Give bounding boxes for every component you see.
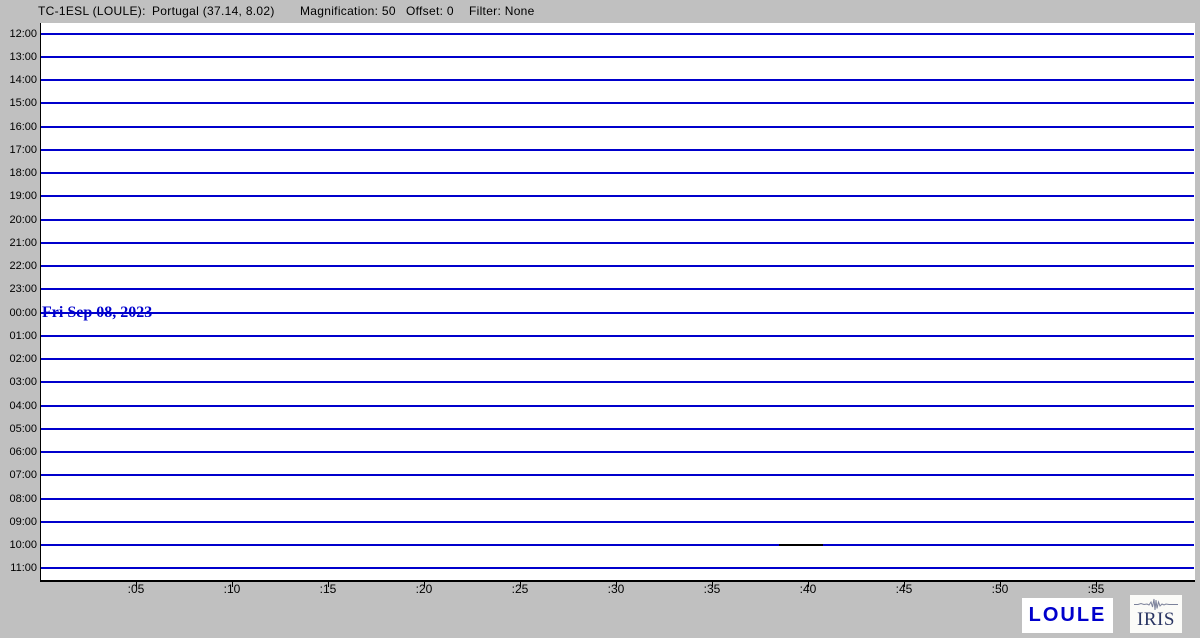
y-axis-label-08:00: 08:00 [0,492,37,506]
magnification-label: Magnification: 50 [300,4,396,18]
y-axis-label-03:00: 03:00 [0,375,37,389]
y-axis-label-10:00: 10:00 [0,538,37,552]
trace-row-09:00[interactable] [41,521,1194,523]
x-axis-label-:20: :20 [402,582,446,596]
y-axis-label-13:00: 13:00 [0,50,37,64]
trace-row-18:00[interactable] [41,172,1194,174]
y-axis-label-00:00: 00:00 [0,306,37,320]
trace-row-20:00[interactable] [41,219,1194,221]
y-axis-label-07:00: 07:00 [0,468,37,482]
y-axis-label-16:00: 16:00 [0,120,37,134]
x-axis-label-:40: :40 [786,582,830,596]
trace-row-17:00[interactable] [41,149,1194,151]
y-axis-label-09:00: 09:00 [0,515,37,529]
date-annotation: Fri Sep 08, 2023 [42,304,152,322]
x-axis-label-:55: :55 [1074,582,1118,596]
trace-row-23:00[interactable] [41,288,1194,290]
filter-label: Filter: None [469,4,535,18]
station-button-label: LOULE [1029,604,1107,627]
station-location-label: Portugal (37.14, 8.02) [152,4,275,18]
y-axis-label-17:00: 17:00 [0,143,37,157]
y-axis-label-21:00: 21:00 [0,236,37,250]
x-axis-label-:45: :45 [882,582,926,596]
x-axis-label-:30: :30 [594,582,638,596]
x-axis-label-:05: :05 [114,582,158,596]
y-axis-label-05:00: 05:00 [0,422,37,436]
trace-row-22:00[interactable] [41,265,1194,267]
trace-row-16:00[interactable] [41,126,1194,128]
y-axis-label-23:00: 23:00 [0,282,37,296]
y-axis-label-12:00: 12:00 [0,27,37,41]
trace-row-13:00[interactable] [41,56,1194,58]
trace-row-12:00[interactable] [41,33,1194,35]
y-axis-label-04:00: 04:00 [0,399,37,413]
trace-row-06:00[interactable] [41,451,1194,453]
trace-row-11:00[interactable] [41,567,1194,569]
trace-row-08:00[interactable] [41,498,1194,500]
trace-row-00:00[interactable] [41,312,1194,314]
x-axis-label-:15: :15 [306,582,350,596]
trace-row-07:00[interactable] [41,474,1194,476]
trace-row-04:00[interactable] [41,405,1194,407]
y-axis-label-22:00: 22:00 [0,259,37,273]
y-axis-label-01:00: 01:00 [0,329,37,343]
iris-logo-text: IRIS [1137,610,1175,629]
x-axis-label-:35: :35 [690,582,734,596]
y-axis-label-15:00: 15:00 [0,96,37,110]
y-axis-label-19:00: 19:00 [0,189,37,203]
x-axis-label-:50: :50 [978,582,1022,596]
y-axis-label-11:00: 11:00 [0,561,37,575]
trace-row-10:00[interactable] [41,544,1194,546]
trace-row-02:00[interactable] [41,358,1194,360]
y-axis-label-18:00: 18:00 [0,166,37,180]
trace-row-15:00[interactable] [41,102,1194,104]
trace-row-19:00[interactable] [41,195,1194,197]
trace-row-21:00[interactable] [41,242,1194,244]
station-id-label: TC-1ESL (LOULE): [38,4,146,18]
y-axis-label-06:00: 06:00 [0,445,37,459]
iris-logo[interactable]: IRIS [1130,595,1182,633]
x-axis-label-:10: :10 [210,582,254,596]
latest-data-segment [779,544,823,546]
trace-row-01:00[interactable] [41,335,1194,337]
x-axis-label-:25: :25 [498,582,542,596]
trace-row-05:00[interactable] [41,428,1194,430]
station-button-loule[interactable]: LOULE [1022,598,1113,633]
y-axis-label-20:00: 20:00 [0,213,37,227]
y-axis-label-02:00: 02:00 [0,352,37,366]
y-axis-label-14:00: 14:00 [0,73,37,87]
offset-label: Offset: 0 [406,4,454,18]
trace-row-03:00[interactable] [41,381,1194,383]
trace-row-14:00[interactable] [41,79,1194,81]
